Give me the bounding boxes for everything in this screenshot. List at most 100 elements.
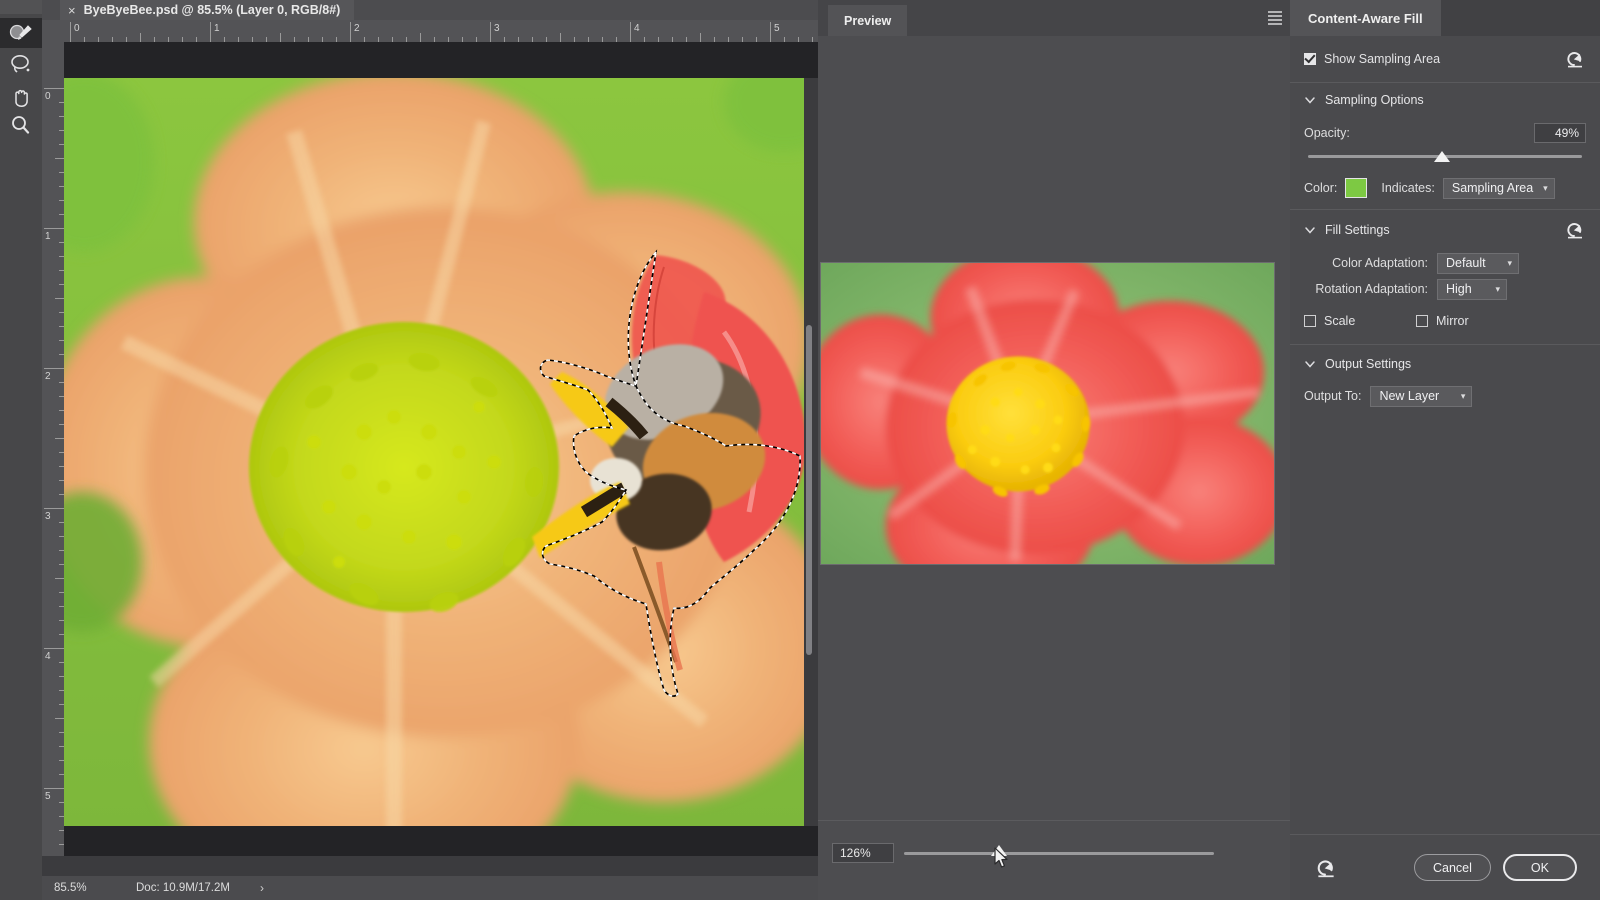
status-expand-chevron-icon[interactable]: ›	[230, 881, 264, 895]
ruler-label: 2	[354, 23, 360, 34]
preview-body	[818, 36, 1290, 820]
ruler-label: 4	[45, 651, 51, 662]
preview-panel: Preview 126%	[818, 0, 1290, 900]
ruler-major-tick	[44, 508, 64, 509]
magnifier-icon	[12, 116, 30, 134]
color-adaptation-dropdown[interactable]: Default ▾	[1437, 252, 1519, 274]
ruler-minor-tick	[55, 158, 64, 159]
ok-label: OK	[1530, 860, 1549, 875]
ruler-major-tick	[70, 22, 71, 42]
cancel-button[interactable]: Cancel	[1414, 854, 1491, 881]
sampling-options-section: Sampling Options Opacity: 49% Color: Ind…	[1290, 83, 1600, 210]
vertical-ruler: 0 1 2 3 4 5	[42, 42, 64, 856]
mirror-checkbox[interactable]: Mirror	[1416, 314, 1469, 328]
canvas-vertical-scrollbar[interactable]	[806, 325, 812, 655]
preview-result-image	[820, 262, 1275, 565]
fill-settings-header[interactable]: Fill Settings	[1304, 223, 1390, 237]
indicates-dropdown[interactable]: Sampling Area ▾	[1442, 177, 1555, 199]
ruler-major-tick	[44, 368, 64, 369]
document-canvas-image[interactable]	[64, 42, 818, 856]
chevron-down-icon[interactable]	[1304, 224, 1316, 236]
lasso-tool[interactable]	[0, 50, 42, 80]
close-icon[interactable]: ×	[68, 3, 76, 18]
photoshop-content-aware-fill-workspace: × ByeByeBee.psd @ 85.5% (Layer 0, RGB/8#…	[0, 0, 1600, 900]
chevron-down-icon: ▾	[1495, 283, 1500, 294]
caf-tab-label: Content-Aware Fill	[1308, 10, 1423, 26]
content-aware-fill-panel: Content-Aware Fill Show Sampling Area Sa…	[1290, 0, 1600, 900]
output-to-label: Output To:	[1304, 389, 1362, 403]
hand-tool[interactable]	[0, 82, 42, 112]
sampling-brush-tool[interactable]	[0, 18, 42, 48]
checkbox-box	[1304, 315, 1316, 327]
document-tab-bar: × ByeByeBee.psd @ 85.5% (Layer 0, RGB/8#…	[42, 0, 818, 20]
preview-zoom-slider-handle[interactable]	[991, 845, 1007, 856]
show-sampling-area-label: Show Sampling Area	[1324, 52, 1441, 66]
ruler-label: 3	[45, 511, 51, 522]
ruler-label: 5	[774, 23, 780, 34]
caf-tab-bar: Content-Aware Fill	[1290, 0, 1600, 36]
toolbar-drag-handle[interactable]	[0, 0, 42, 14]
reset-arrow-icon[interactable]	[1564, 220, 1586, 240]
chevron-down-icon[interactable]	[1304, 94, 1316, 106]
caf-body: Show Sampling Area Sampling Options Opac…	[1290, 36, 1600, 834]
ruler-major-tick	[770, 22, 771, 42]
fill-settings-title: Fill Settings	[1325, 223, 1390, 237]
sampling-options-header[interactable]: Sampling Options	[1290, 83, 1600, 117]
sampling-brush-icon	[9, 24, 32, 40]
preview-zoom-slider[interactable]	[904, 852, 1214, 855]
lasso-icon	[11, 55, 30, 73]
output-to-value: New Layer	[1379, 389, 1440, 403]
opacity-slider-handle[interactable]	[1434, 151, 1451, 162]
document-status-bar: 85.5% Doc: 10.9M/17.2M ›	[42, 876, 818, 900]
ruler-minor-tick	[560, 33, 561, 42]
ruler-minor-tick	[420, 33, 421, 42]
reset-arrow-icon[interactable]	[1314, 857, 1338, 879]
document-tab-title: ByeByeBee.psd @ 85.5% (Layer 0, RGB/8#)	[83, 3, 341, 17]
chevron-down-icon[interactable]	[1304, 358, 1316, 370]
fill-settings-section: Fill Settings Color Adaptation: Default …	[1290, 210, 1600, 345]
ruler-minor-tick	[700, 33, 701, 42]
document-tab[interactable]: × ByeByeBee.psd @ 85.5% (Layer 0, RGB/8#…	[60, 0, 355, 20]
document-window: × ByeByeBee.psd @ 85.5% (Layer 0, RGB/8#…	[42, 0, 818, 900]
ruler-label: 1	[214, 23, 220, 34]
preview-zoom-value: 126%	[840, 846, 871, 860]
sampling-color-swatch[interactable]	[1345, 178, 1368, 198]
preview-zoom-input[interactable]: 126%	[832, 843, 894, 863]
ruler-major-tick	[490, 22, 491, 42]
scale-label: Scale	[1324, 314, 1356, 328]
opacity-label: Opacity:	[1304, 126, 1350, 140]
ruler-major-tick	[350, 22, 351, 42]
ruler-minor-tick	[55, 718, 64, 719]
ruler-minor-tick	[55, 298, 64, 299]
show-sampling-area-checkbox[interactable]: Show Sampling Area	[1304, 52, 1440, 66]
color-adaptation-value: Default	[1446, 256, 1486, 270]
ruler-major-tick	[44, 788, 64, 789]
ok-button[interactable]: OK	[1502, 854, 1577, 881]
caf-footer: Cancel OK	[1290, 834, 1600, 900]
reset-arrow-icon[interactable]	[1564, 49, 1586, 69]
mirror-label: Mirror	[1436, 314, 1469, 328]
chevron-down-icon: ▾	[1460, 390, 1466, 401]
canvas-viewport[interactable]	[64, 42, 818, 856]
horizontal-ruler: 0 1 2 3 4 5	[42, 20, 818, 42]
scale-checkbox[interactable]: Scale	[1304, 314, 1416, 328]
output-settings-section: Output Settings Output To: New Layer ▾	[1290, 345, 1600, 417]
hamburger-menu-icon[interactable]	[1268, 11, 1282, 25]
sampling-options-title: Sampling Options	[1325, 93, 1424, 107]
color-adaptation-label: Color Adaptation:	[1332, 256, 1428, 270]
cancel-label: Cancel	[1433, 860, 1472, 875]
rotation-adaptation-dropdown[interactable]: High ▾	[1437, 278, 1507, 300]
ruler-major-tick	[44, 88, 64, 89]
ruler-major-tick	[44, 648, 64, 649]
opacity-input[interactable]: 49%	[1534, 123, 1586, 143]
ruler-label: 3	[494, 23, 500, 34]
tab-content-aware-fill[interactable]: Content-Aware Fill	[1290, 0, 1441, 36]
checkbox-box	[1304, 53, 1316, 65]
status-zoom-level[interactable]: 85.5%	[42, 882, 120, 894]
output-settings-header[interactable]: Output Settings	[1290, 345, 1600, 383]
output-to-dropdown[interactable]: New Layer ▾	[1370, 385, 1473, 407]
zoom-tool[interactable]	[0, 110, 42, 140]
color-label: Color:	[1304, 181, 1338, 195]
tab-preview[interactable]: Preview	[828, 5, 908, 36]
indicates-label: Indicates:	[1381, 181, 1435, 195]
